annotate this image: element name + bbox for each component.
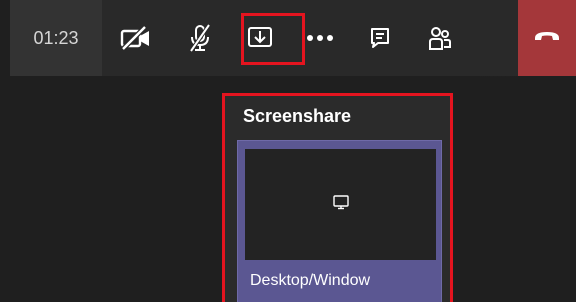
- phone-hangup-icon: [533, 29, 561, 48]
- chat-icon: [368, 26, 392, 50]
- share-tray-icon: [246, 25, 274, 51]
- hang-up-button[interactable]: [518, 0, 576, 76]
- more-actions-button[interactable]: [290, 0, 350, 76]
- participants-button[interactable]: [410, 0, 470, 76]
- share-tray: Screenshare Desktop/Window: [222, 93, 453, 302]
- mic-off-icon: [187, 23, 213, 53]
- video-off-icon: [119, 25, 153, 51]
- more-icon: [306, 34, 334, 42]
- meeting-stage: 01:23 Screenshare Desktop/Window: [0, 0, 576, 302]
- desktop-window-label: Desktop/Window: [250, 272, 371, 289]
- people-icon: [427, 25, 453, 51]
- call-toolbar: 01:23: [10, 0, 576, 76]
- mic-toggle-button[interactable]: [170, 0, 230, 76]
- call-timer: 01:23: [10, 0, 102, 76]
- share-tray-title: Screenshare: [243, 106, 352, 126]
- chat-button[interactable]: [350, 0, 410, 76]
- share-button[interactable]: [230, 0, 290, 76]
- desktop-window-option[interactable]: Desktop/Window: [237, 140, 442, 302]
- camera-toggle-button[interactable]: [102, 0, 170, 76]
- share-preview: [245, 149, 436, 260]
- monitor-icon: [332, 194, 350, 215]
